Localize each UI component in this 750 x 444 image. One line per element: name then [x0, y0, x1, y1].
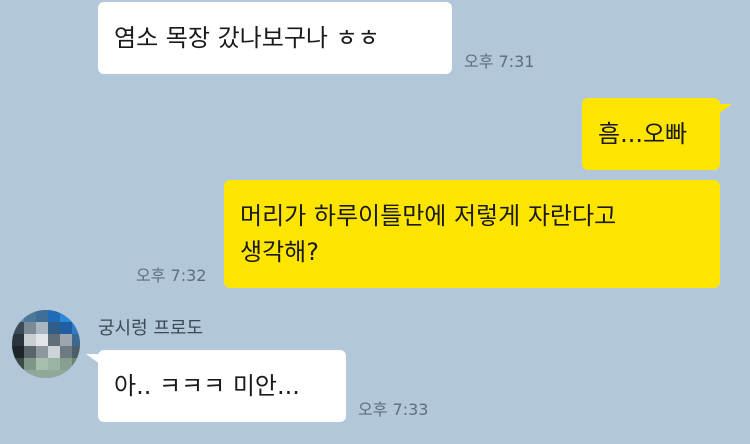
- pixelated-avatar-icon: [12, 310, 80, 378]
- incoming-message-bubble[interactable]: 염소 목장 갔나보구나 ㅎㅎ: [98, 2, 452, 74]
- message-timestamp: 오후 7:33: [358, 400, 429, 419]
- message-text: 흠...오빠: [598, 120, 688, 148]
- incoming-message-bubble[interactable]: 아.. ㅋㅋㅋ 미안...: [98, 350, 346, 422]
- sender-name: 궁시렁 프로도: [98, 318, 204, 339]
- message-timestamp: 오후 7:32: [136, 266, 207, 285]
- message-text-line: 생각해?: [240, 238, 319, 266]
- outgoing-message-bubble[interactable]: 흠...오빠: [582, 98, 720, 170]
- bubble-tail: [86, 354, 100, 364]
- message-text-line: 머리가 하루이틀만에 저렇게 자란다고: [240, 202, 617, 230]
- message-text: 염소 목장 갔나보구나 ㅎㅎ: [114, 24, 380, 52]
- sender-avatar[interactable]: [12, 310, 80, 378]
- message-timestamp: 오후 7:31: [464, 52, 535, 71]
- bubble-tail: [718, 104, 732, 114]
- message-text: 아.. ㅋㅋㅋ 미안...: [114, 372, 300, 400]
- outgoing-message-bubble[interactable]: 머리가 하루이틀만에 저렇게 자란다고 생각해?: [224, 180, 720, 288]
